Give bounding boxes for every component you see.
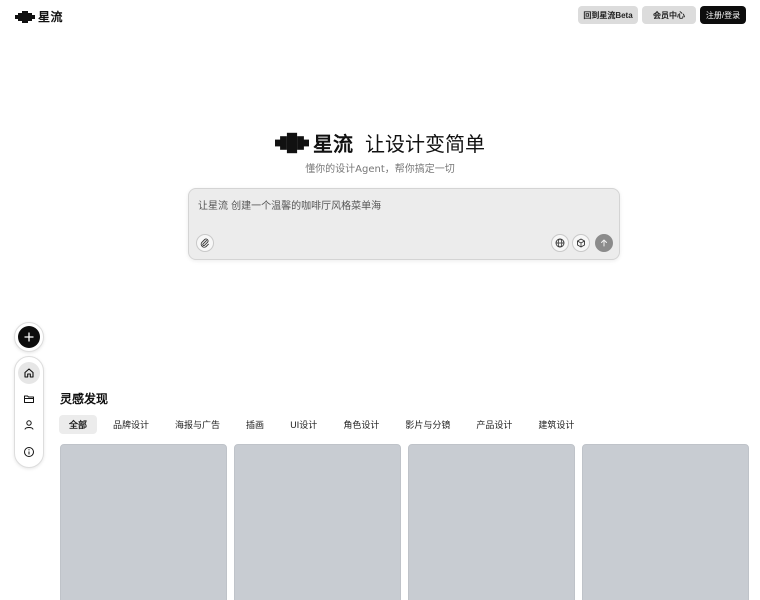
logo[interactable]: 星流: [15, 8, 63, 25]
hero-slogan: 让设计变简单: [365, 132, 485, 156]
inspiration-title: 灵感发现: [60, 392, 109, 406]
hero-title: 星流 让设计变简单: [0, 128, 760, 157]
folder-icon: [24, 395, 34, 403]
web-search-button[interactable]: [551, 234, 569, 252]
tab-product-design[interactable]: 产品设计: [466, 415, 522, 434]
info-icon: [24, 447, 34, 457]
attach-button[interactable]: [196, 234, 214, 252]
top-bar: 星流 回到星流Beta 会员中心 注册/登录: [0, 0, 760, 30]
hero-subtitle: 懂你的设计Agent，帮你搞定一切: [305, 164, 455, 175]
tab-character-design[interactable]: 角色设计: [333, 415, 389, 434]
category-tabs: 全部 品牌设计 海报与广告 插画 UI设计 角色设计 影片与分镜 产品设计 建筑…: [59, 415, 590, 434]
member-center-button[interactable]: 会员中心: [642, 6, 696, 24]
nav-files[interactable]: [18, 388, 40, 410]
side-nav: [14, 356, 44, 468]
globe-icon: [555, 238, 565, 248]
inspiration-card[interactable]: [408, 444, 575, 600]
inspiration-card[interactable]: [234, 444, 401, 600]
cube-icon: [577, 238, 585, 248]
model-button[interactable]: [572, 234, 590, 252]
nav-home[interactable]: [18, 362, 40, 384]
arrow-up-icon: [601, 239, 607, 247]
tab-all[interactable]: 全部: [59, 415, 98, 434]
plus-icon: [24, 332, 34, 342]
new-project-button[interactable]: [14, 322, 44, 352]
tab-brand-design[interactable]: 品牌设计: [103, 415, 159, 434]
prompt-box: [188, 188, 620, 260]
back-to-beta-button[interactable]: 回到星流Beta: [578, 6, 638, 24]
inspiration-card[interactable]: [60, 444, 227, 600]
paperclip-icon: [200, 238, 209, 248]
user-icon: [24, 420, 34, 430]
page: 星流 回到星流Beta 会员中心 注册/登录 星流 让设计变简单 懂你的设计Ag…: [0, 0, 760, 600]
tab-film-storyboard[interactable]: 影片与分镜: [395, 415, 460, 434]
login-button[interactable]: 注册/登录: [700, 6, 746, 24]
home-icon: [24, 368, 34, 378]
hero-brand: 星流: [313, 132, 353, 156]
nav-profile[interactable]: [18, 414, 40, 436]
prompt-input[interactable]: [198, 197, 598, 215]
tab-illustration[interactable]: 插画: [236, 415, 274, 434]
inspiration-card[interactable]: [582, 444, 749, 600]
tab-poster-ad[interactable]: 海报与广告: [165, 415, 230, 434]
brand-name: 星流: [38, 10, 64, 24]
send-button[interactable]: [595, 234, 613, 252]
nav-info[interactable]: [18, 441, 40, 463]
tab-architecture[interactable]: 建筑设计: [528, 415, 584, 434]
tab-ui-design[interactable]: UI设计: [280, 415, 327, 434]
pixel-cloud-logo-icon: [275, 132, 309, 153]
pixel-cloud-logo-icon: [15, 10, 35, 23]
